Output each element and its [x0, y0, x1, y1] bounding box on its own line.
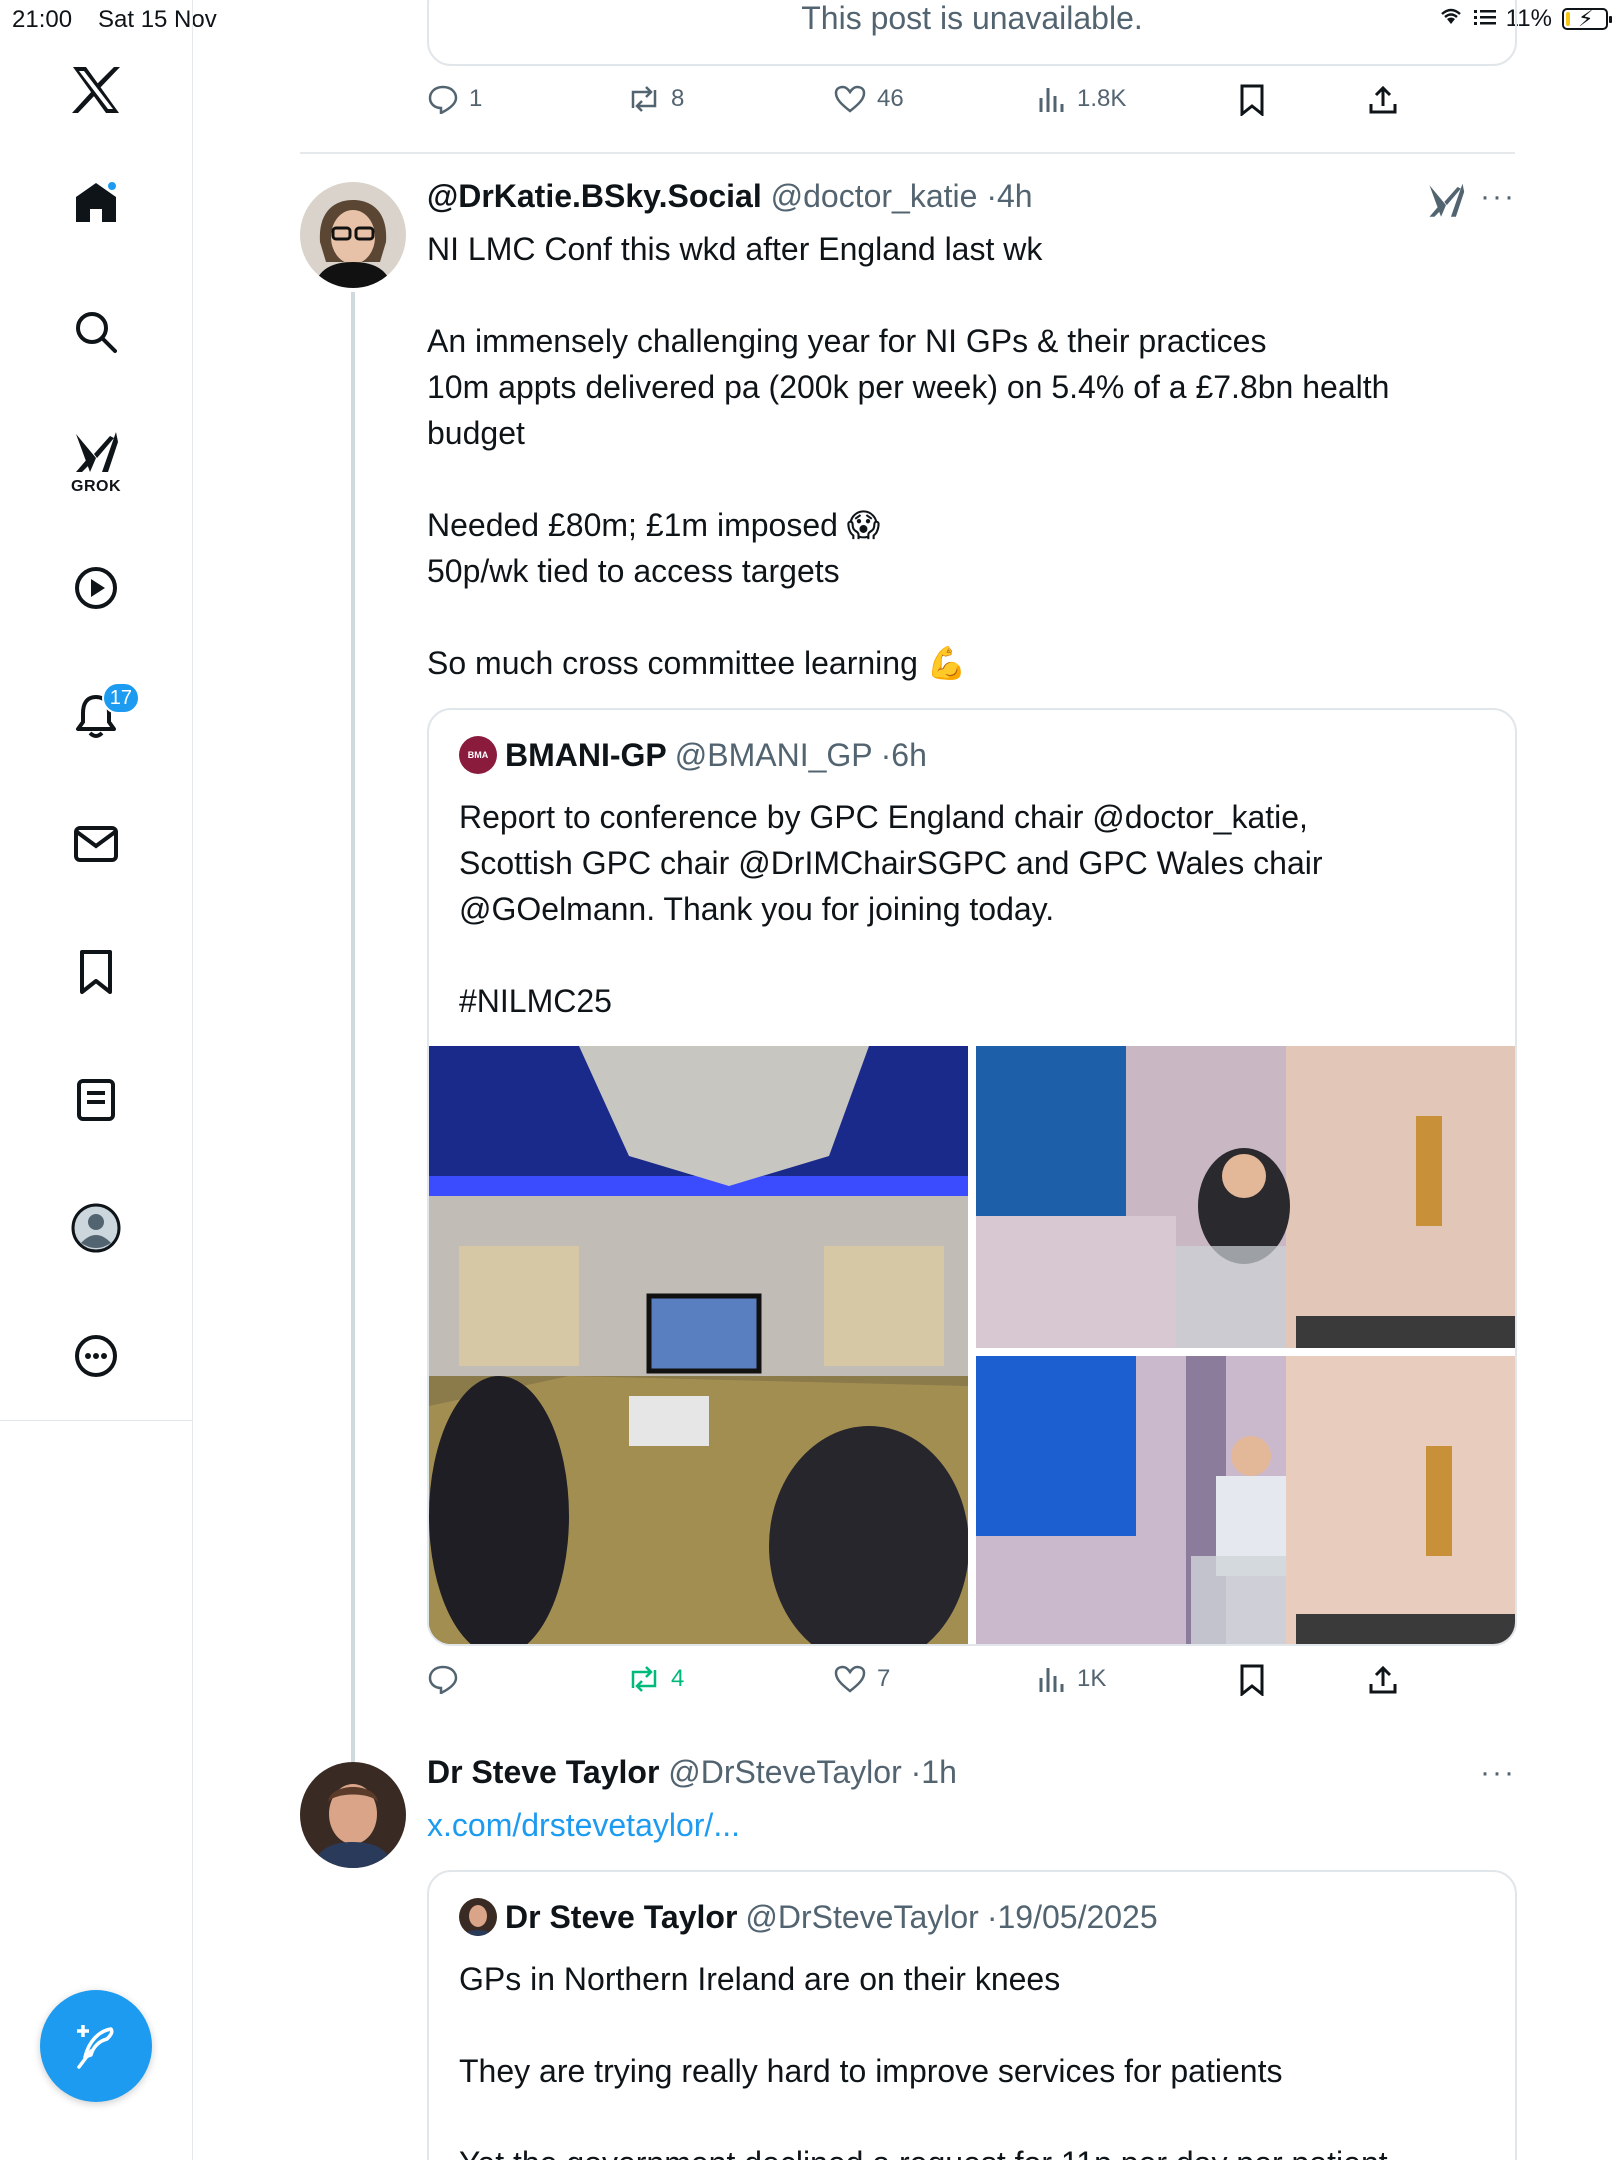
views-icon — [1039, 88, 1064, 112]
post-header: Dr Steve Taylor @DrSteveTaylor ·1h — [427, 1754, 957, 1791]
reply-icon — [428, 1665, 458, 1694]
bookmark-button[interactable] — [1238, 1664, 1266, 1696]
quoted-post-card[interactable]: BMA BMANI-GP @BMANI_GP · 6h Report to con… — [427, 708, 1517, 1646]
battery-fill — [1566, 11, 1570, 26]
views-count: 1.8K — [1077, 85, 1127, 112]
notifications-badge: 17 — [101, 682, 140, 714]
repost-icon — [631, 1666, 657, 1692]
author-name[interactable]: Dr Steve Taylor — [427, 1754, 659, 1790]
post-divider — [300, 152, 1515, 154]
author-handle[interactable]: @doctor_katie — [771, 178, 978, 214]
post-text: NI LMC Conf this wkd after England last … — [427, 231, 1390, 681]
share-icon — [1369, 1665, 1397, 1694]
previous-post-actions: 1 8 46 1.8K — [427, 84, 1427, 124]
separator-dot: · — [986, 178, 997, 214]
more-options-icon[interactable]: ··· — [1480, 1756, 1516, 1790]
share-icon — [1369, 85, 1397, 114]
home-unread-dot — [106, 180, 118, 192]
bookmarks-icon[interactable] — [56, 932, 136, 1012]
heart-icon — [834, 85, 866, 113]
bookmark-button[interactable] — [1238, 84, 1266, 116]
unavailable-post-card[interactable]: This post is unavailable. — [427, 0, 1517, 66]
repost-button[interactable]: 8 — [627, 84, 684, 114]
media-photo-speaker-2[interactable] — [976, 1356, 1515, 1644]
like-count: 7 — [877, 1665, 891, 1692]
heart-icon — [834, 1665, 866, 1693]
sidebar: GROK 17 — [0, 0, 193, 2160]
quoted-avatar: BMA — [459, 736, 497, 774]
media-photo-speaker-1[interactable] — [976, 1046, 1515, 1348]
reply-button[interactable] — [427, 1664, 469, 1694]
grok-analyze-button[interactable] — [1426, 182, 1466, 225]
repost-icon — [631, 86, 657, 112]
charging-icon: ⚡ — [1578, 5, 1594, 31]
views-count: 1K — [1077, 1665, 1107, 1692]
bookmark-icon — [1240, 1664, 1264, 1696]
reply-icon — [428, 85, 458, 114]
battery-icon: ⚡ — [1562, 5, 1612, 31]
separator-dot: · — [880, 736, 892, 773]
repost-count: 4 — [671, 1665, 685, 1692]
more-options-icon[interactable] — [56, 1316, 136, 1396]
like-button[interactable]: 46 — [833, 84, 904, 114]
notifications-icon[interactable]: 17 — [56, 676, 140, 756]
post-actions: 4 7 1K — [427, 1664, 1427, 1704]
post-time[interactable]: 4h — [997, 178, 1033, 214]
repost-count: 8 — [671, 85, 685, 112]
unavailable-post-text: This post is unavailable. — [801, 0, 1143, 36]
grok-icon[interactable]: GROK — [56, 418, 136, 508]
more-options-icon[interactable]: ··· — [1480, 180, 1516, 214]
grok-icon — [1429, 183, 1465, 217]
share-button[interactable] — [1367, 1664, 1399, 1696]
sidebar-divider — [0, 1420, 193, 1421]
post-time[interactable]: 1h — [921, 1754, 957, 1790]
quoted-post-time: 6h — [891, 736, 927, 773]
author-handle[interactable]: @DrSteveTaylor — [668, 1754, 901, 1790]
views-button[interactable]: 1.8K — [1037, 84, 1126, 114]
grok-label: GROK — [71, 478, 121, 495]
reply-button[interactable]: 1 — [427, 84, 482, 114]
quoted-post-header: Dr Steve Taylor @DrSteveTaylor · 19/05/20… — [459, 1898, 1158, 1936]
avatar[interactable] — [300, 1762, 406, 1868]
quoted-post-header: BMA BMANI-GP @BMANI_GP · 6h — [459, 736, 927, 774]
x-logo-icon[interactable] — [56, 50, 136, 130]
post-link[interactable]: x.com/drstevetaylor/... — [427, 1802, 1427, 1848]
quoted-post-text: Report to conference by GPC England chai… — [459, 799, 1323, 1019]
search-icon[interactable] — [56, 292, 136, 372]
thread-line — [351, 292, 355, 1762]
views-button[interactable]: 1K — [1037, 1664, 1106, 1694]
home-icon[interactable] — [56, 162, 136, 242]
compose-post-button[interactable] — [40, 1990, 152, 2102]
quoted-author-name: Dr Steve Taylor — [505, 1898, 738, 1935]
repost-button[interactable]: 4 — [627, 1664, 684, 1694]
compose-icon — [77, 2025, 114, 2069]
profile-icon[interactable] — [56, 1188, 136, 1268]
like-count: 46 — [877, 85, 904, 112]
author-name[interactable]: @DrKatie.BSky.Social — [427, 178, 762, 214]
bookmark-icon — [1240, 84, 1264, 116]
avatar[interactable] — [300, 182, 406, 288]
quoted-avatar-logo: BMA — [467, 750, 489, 760]
quoted-avatar — [459, 1898, 497, 1936]
lists-icon[interactable] — [56, 1060, 136, 1140]
share-button[interactable] — [1367, 84, 1399, 116]
quoted-author-name: BMANI-GP — [505, 736, 667, 773]
quoted-post-text: GPs in Northern Ireland are on their kne… — [459, 1961, 1388, 2160]
video-icon[interactable] — [56, 548, 136, 628]
quoted-author-handle: @BMANI_GP — [674, 736, 873, 773]
separator-dot: · — [910, 1754, 922, 1790]
separator-dot: · — [986, 1898, 998, 1935]
post-header: @DrKatie.BSky.Social @doctor_katie ·4h — [427, 178, 1033, 215]
quoted-post-card[interactable]: Dr Steve Taylor @DrSteveTaylor · 19/05/20… — [427, 1870, 1517, 2160]
quoted-author-handle: @DrSteveTaylor — [745, 1898, 979, 1935]
quoted-post-time: 19/05/2025 — [997, 1898, 1158, 1935]
like-button[interactable]: 7 — [833, 1664, 890, 1694]
messages-icon[interactable] — [56, 804, 136, 884]
media-photo-conference-room[interactable] — [429, 1046, 968, 1644]
reply-count: 1 — [469, 85, 483, 112]
views-icon — [1039, 1668, 1064, 1692]
